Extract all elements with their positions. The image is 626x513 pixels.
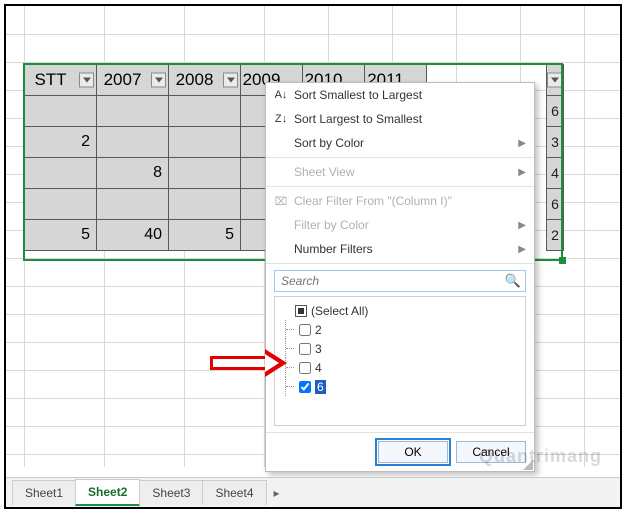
sort-asc-icon: A↓ bbox=[270, 89, 292, 101]
ok-button[interactable]: OK bbox=[378, 441, 448, 463]
filter-dropdown-icon[interactable] bbox=[223, 73, 238, 88]
menu-button-row: OK Cancel bbox=[266, 432, 534, 471]
checklist-item[interactable]: 2 bbox=[281, 320, 519, 339]
checklist-label: (Select All) bbox=[311, 304, 368, 318]
tab-sheet2[interactable]: Sheet2 bbox=[75, 479, 140, 506]
filter-dropdown-icon[interactable] bbox=[547, 73, 562, 88]
checkbox[interactable] bbox=[299, 343, 311, 355]
checklist-select-all[interactable]: (Select All) bbox=[281, 301, 519, 320]
cell[interactable] bbox=[169, 127, 241, 158]
sort-desc-icon: Z↓ bbox=[270, 113, 292, 125]
checklist-item[interactable]: 6 bbox=[281, 377, 519, 396]
checklist-label: 3 bbox=[315, 342, 322, 356]
col-header-2007[interactable]: 2007 bbox=[97, 65, 169, 96]
checkbox[interactable] bbox=[299, 362, 311, 374]
resize-grip-icon[interactable] bbox=[523, 460, 533, 470]
header-label: STT bbox=[34, 70, 66, 89]
menu-number-filters[interactable]: Number Filters ▶ bbox=[266, 237, 534, 261]
cell[interactable]: 40 bbox=[97, 220, 169, 251]
cancel-button[interactable]: Cancel bbox=[456, 441, 526, 463]
menu-sort-by-color[interactable]: Sort by Color ▶ bbox=[266, 131, 534, 155]
sheet-tab-bar: Sheet1 Sheet2 Sheet3 Sheet4 ▸ bbox=[6, 477, 620, 507]
tree-connector bbox=[285, 320, 299, 339]
chevron-right-icon: ▶ bbox=[518, 167, 526, 178]
menu-label: Filter by Color bbox=[292, 218, 518, 232]
filter-search-box[interactable]: 🔍 bbox=[274, 270, 526, 292]
cell[interactable]: 2 bbox=[25, 127, 97, 158]
chevron-right-icon: ▶ bbox=[518, 138, 526, 149]
checklist-item[interactable]: 4 bbox=[281, 358, 519, 377]
menu-label: Sort Smallest to Largest bbox=[292, 88, 526, 102]
checkbox-indeterminate-icon[interactable] bbox=[295, 305, 307, 317]
tab-sheet1[interactable]: Sheet1 bbox=[12, 480, 76, 505]
right-narrow-column: 6 3 4 6 2 bbox=[546, 64, 564, 251]
menu-label: Sort Largest to Smallest bbox=[292, 112, 526, 126]
cell[interactable]: 5 bbox=[25, 220, 97, 251]
cell[interactable] bbox=[97, 127, 169, 158]
cell[interactable] bbox=[97, 189, 169, 220]
menu-label: Number Filters bbox=[292, 242, 518, 256]
tree-connector bbox=[285, 358, 299, 377]
app-frame: STT 2007 2008 2009 2010 2011 2 8 5405 6 … bbox=[4, 4, 622, 509]
checklist-label: 2 bbox=[315, 323, 322, 337]
cell[interactable]: 4 bbox=[546, 157, 564, 189]
cell[interactable] bbox=[169, 96, 241, 127]
menu-sheet-view: Sheet View ▶ bbox=[266, 160, 534, 184]
checklist-label: 4 bbox=[315, 361, 322, 375]
clear-filter-icon: ⌧ bbox=[270, 195, 292, 208]
tab-scroll-right-icon[interactable]: ▸ bbox=[270, 486, 284, 500]
cell[interactable]: 6 bbox=[546, 95, 564, 127]
filter-search-input[interactable] bbox=[279, 273, 505, 289]
checkbox[interactable] bbox=[299, 381, 311, 393]
checkbox[interactable] bbox=[299, 324, 311, 336]
cell[interactable]: 2 bbox=[546, 219, 564, 251]
col-header-2008[interactable]: 2008 bbox=[169, 65, 241, 96]
checklist-label: 6 bbox=[315, 380, 326, 394]
cell[interactable] bbox=[97, 96, 169, 127]
cell[interactable]: 3 bbox=[546, 126, 564, 158]
header-label: 2007 bbox=[104, 70, 142, 89]
cell[interactable] bbox=[169, 158, 241, 189]
cell[interactable]: 5 bbox=[169, 220, 241, 251]
cell[interactable]: 6 bbox=[546, 188, 564, 220]
chevron-right-icon: ▶ bbox=[518, 220, 526, 231]
cell[interactable] bbox=[169, 189, 241, 220]
cell[interactable] bbox=[25, 158, 97, 189]
menu-label: Sheet View bbox=[292, 165, 518, 179]
tab-sheet3[interactable]: Sheet3 bbox=[139, 480, 203, 505]
filter-menu: A↓ Sort Smallest to Largest Z↓ Sort Larg… bbox=[265, 82, 535, 472]
checklist-item[interactable]: 3 bbox=[281, 339, 519, 358]
menu-separator bbox=[266, 186, 534, 187]
menu-label: Sort by Color bbox=[292, 136, 518, 150]
cell[interactable] bbox=[25, 96, 97, 127]
tab-sheet4[interactable]: Sheet4 bbox=[202, 480, 266, 505]
tree-connector bbox=[285, 339, 299, 358]
filter-checklist[interactable]: (Select All) 2 3 4 6 bbox=[274, 296, 526, 426]
cell[interactable] bbox=[25, 189, 97, 220]
search-icon: 🔍 bbox=[505, 273, 521, 289]
filter-dropdown-icon[interactable] bbox=[151, 73, 166, 88]
menu-sort-asc[interactable]: A↓ Sort Smallest to Largest bbox=[266, 83, 534, 107]
menu-clear-filter: ⌧ Clear Filter From "(Column I)" bbox=[266, 189, 534, 213]
col-header-stt[interactable]: STT bbox=[25, 65, 97, 96]
tree-connector bbox=[285, 377, 299, 396]
chevron-right-icon: ▶ bbox=[518, 244, 526, 255]
menu-filter-by-color: Filter by Color ▶ bbox=[266, 213, 534, 237]
menu-label: Clear Filter From "(Column I)" bbox=[292, 194, 526, 208]
menu-sort-desc[interactable]: Z↓ Sort Largest to Smallest bbox=[266, 107, 534, 131]
header-label: 2008 bbox=[176, 70, 214, 89]
col-header-i[interactable] bbox=[546, 64, 564, 96]
filter-dropdown-icon[interactable] bbox=[79, 73, 94, 88]
menu-separator bbox=[266, 263, 534, 264]
cell[interactable]: 8 bbox=[97, 158, 169, 189]
menu-separator bbox=[266, 157, 534, 158]
